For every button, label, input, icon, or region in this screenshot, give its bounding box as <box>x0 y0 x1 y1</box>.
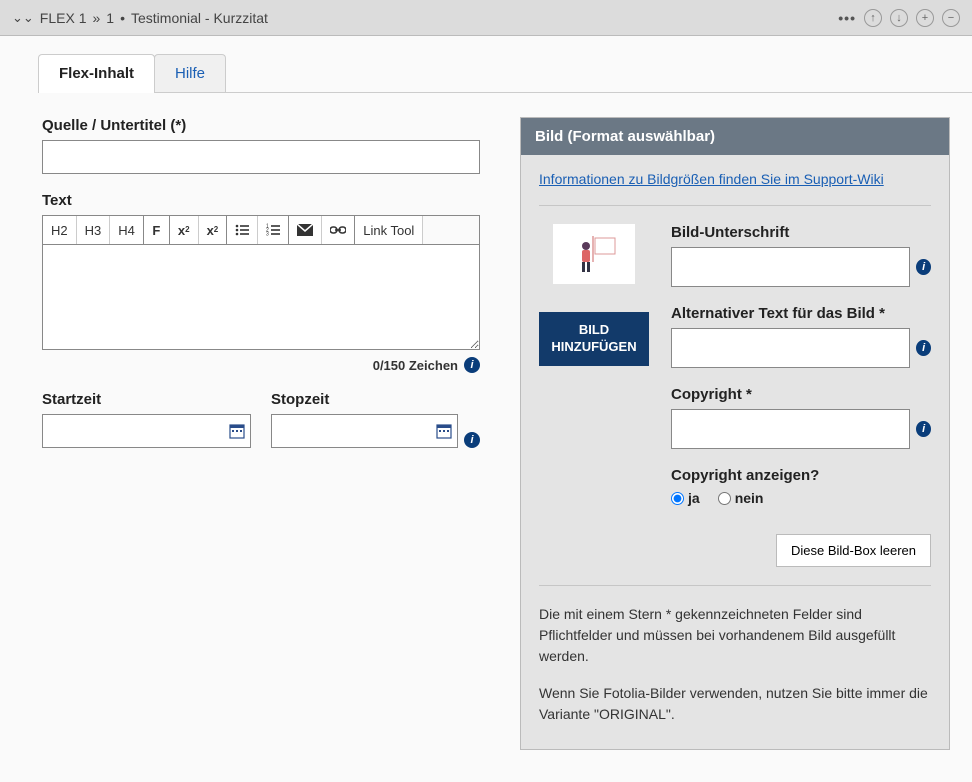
rich-text-toolbar: H2 H3 H4 F x2 x2 123 Link Tool <box>42 215 480 244</box>
starttime-label: Startzeit <box>42 391 251 408</box>
move-down-icon[interactable]: ↓ <box>890 9 908 27</box>
bullet-list-icon <box>235 223 249 237</box>
info-icon[interactable]: i <box>464 432 480 448</box>
caption-input[interactable] <box>671 247 910 287</box>
subscript-button[interactable]: x2 <box>199 216 228 244</box>
copyright-input[interactable] <box>671 409 910 449</box>
breadcrumb-index: 1 <box>106 10 114 26</box>
alt-text-label: Alternativer Text für das Bild * <box>671 305 931 322</box>
radio-no-label[interactable]: nein <box>718 490 764 506</box>
envelope-icon <box>297 224 313 236</box>
add-image-button[interactable]: BILDHINZUFÜGEN <box>539 312 649 366</box>
topbar-actions: ••• ↑ ↓ + − <box>838 9 960 27</box>
breadcrumb-separator: » <box>93 10 101 26</box>
image-thumbnail <box>553 224 635 284</box>
move-up-icon[interactable]: ↑ <box>864 9 882 27</box>
info-icon[interactable]: i <box>916 259 931 275</box>
left-column: Quelle / Untertitel (*) Text H2 H3 H4 F … <box>42 117 480 750</box>
ordered-list-icon: 123 <box>266 223 280 237</box>
calendar-icon[interactable] <box>436 423 452 439</box>
image-size-info-link[interactable]: Informationen zu Bildgrößen finden Sie i… <box>539 171 884 187</box>
bold-button[interactable]: F <box>144 216 170 244</box>
source-input[interactable] <box>42 140 480 174</box>
h3-button[interactable]: H3 <box>77 216 111 244</box>
clear-image-box-button[interactable]: Diese Bild-Box leeren <box>776 534 931 567</box>
fotolia-note: Wenn Sie Fotolia-Bilder verwenden, nutze… <box>539 683 931 725</box>
radio-no[interactable] <box>718 492 731 505</box>
bullet-list-button[interactable] <box>227 216 258 244</box>
right-column: Bild (Format auswählbar) Informationen z… <box>520 117 950 750</box>
svg-text:3: 3 <box>266 232 269 238</box>
mandatory-fields-note: Die mit einem Stern * gekennzeichneten F… <box>539 604 931 667</box>
copyright-label: Copyright * <box>671 386 931 403</box>
link-button[interactable] <box>322 216 355 244</box>
radio-yes-label[interactable]: ja <box>671 490 700 506</box>
breadcrumb-dot: • <box>120 10 125 26</box>
breadcrumb: ⌄⌄ FLEX 1 » 1 • Testimonial - Kurzzitat <box>12 10 268 26</box>
breadcrumb-title: Testimonial - Kurzzitat <box>131 10 268 26</box>
link-icon <box>330 225 346 235</box>
collapse-icon[interactable]: ⌄⌄ <box>12 10 34 26</box>
caption-label: Bild-Unterschrift <box>671 224 931 241</box>
h2-button[interactable]: H2 <box>43 216 77 244</box>
more-icon[interactable]: ••• <box>838 10 856 26</box>
link-tool-button[interactable]: Link Tool <box>355 216 423 244</box>
char-counter: 0/150 Zeichen <box>373 358 458 373</box>
ordered-list-button[interactable]: 123 <box>258 216 289 244</box>
add-icon[interactable]: + <box>916 9 934 27</box>
remove-icon[interactable]: − <box>942 9 960 27</box>
divider <box>539 205 931 206</box>
stoptime-label: Stopzeit <box>271 391 480 408</box>
info-icon[interactable]: i <box>916 340 931 356</box>
top-bar: ⌄⌄ FLEX 1 » 1 • Testimonial - Kurzzitat … <box>0 0 972 36</box>
radio-yes[interactable] <box>671 492 684 505</box>
tab-flex-content[interactable]: Flex-Inhalt <box>38 54 155 92</box>
source-label: Quelle / Untertitel (*) <box>42 117 480 134</box>
info-icon[interactable]: i <box>464 357 480 373</box>
breadcrumb-root[interactable]: FLEX 1 <box>40 10 87 26</box>
image-card-header: Bild (Format auswählbar) <box>521 118 949 155</box>
divider <box>539 585 931 586</box>
stoptime-input[interactable] <box>271 414 458 448</box>
info-icon[interactable]: i <box>916 421 931 437</box>
alt-text-input[interactable] <box>671 328 910 368</box>
placeholder-person-icon <box>569 232 619 276</box>
tab-help[interactable]: Hilfe <box>154 54 226 92</box>
text-label: Text <box>42 192 480 209</box>
show-copyright-label: Copyright anzeigen? <box>671 467 931 484</box>
image-card: Bild (Format auswählbar) Informationen z… <box>520 117 950 750</box>
calendar-icon[interactable] <box>229 423 245 439</box>
tab-bar: Flex-Inhalt Hilfe <box>38 54 972 93</box>
superscript-button[interactable]: x2 <box>170 216 199 244</box>
text-textarea[interactable] <box>42 244 480 350</box>
mail-button[interactable] <box>289 216 322 244</box>
h4-button[interactable]: H4 <box>110 216 144 244</box>
starttime-input[interactable] <box>42 414 251 448</box>
